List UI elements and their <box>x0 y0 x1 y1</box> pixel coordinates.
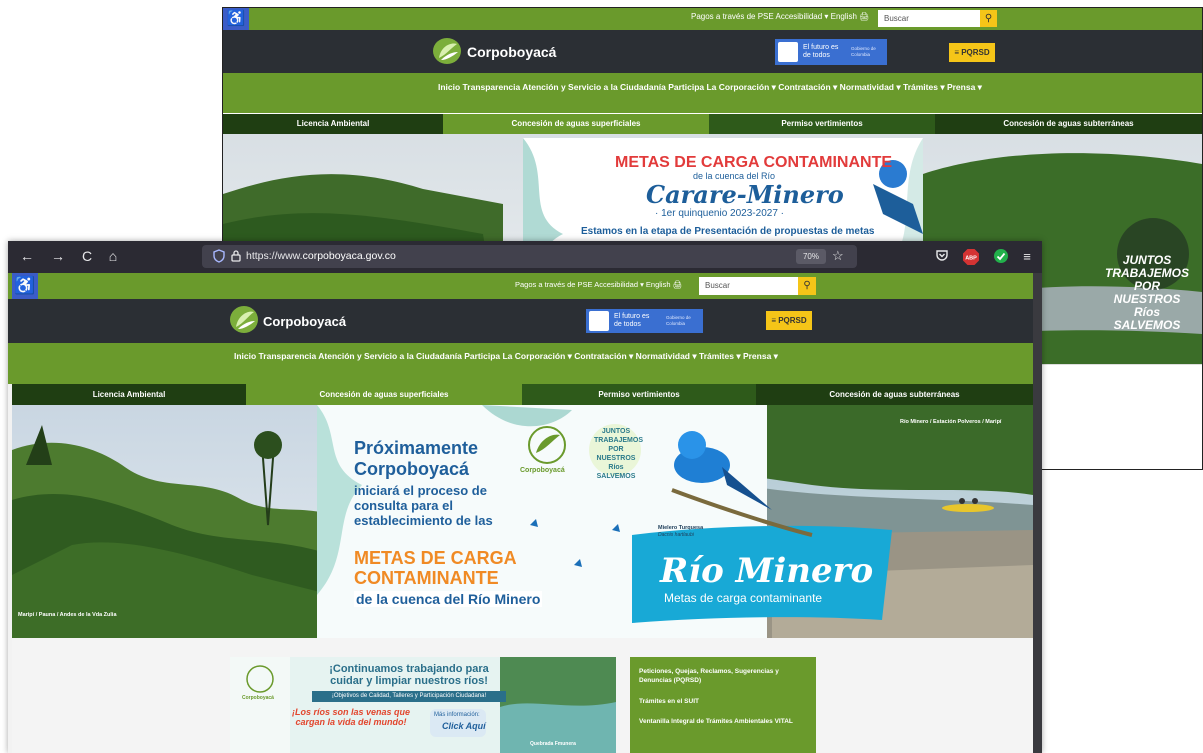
quick-link-suit[interactable]: Trámites en el SUIT <box>639 697 804 706</box>
tab-permiso-vertimientos[interactable]: Permiso vertimientos <box>709 114 935 134</box>
banner-location-left: Maripí / Pauna / Andes de la Vda Zulia <box>18 612 117 618</box>
back-banner-juntos-logo: JUNTOS TRABAJEMOS POR NUESTROS Ríos SALV… <box>1104 253 1189 332</box>
pqrsd-button[interactable]: ≡ PQRSD <box>949 43 995 62</box>
main-nav-items[interactable]: Inicio Transparencia Atención y Servicio… <box>438 82 998 93</box>
banner-body-text: iniciará el proceso de consulta para el … <box>354 483 493 528</box>
banner-metas-line2: CONTAMINANTE <box>354 568 499 588</box>
corpoboyaca-logo-icon[interactable] <box>433 38 461 64</box>
gov-badge-line1: El futuro es de todos <box>614 313 650 328</box>
svg-text:ABP: ABP <box>965 256 977 262</box>
promo-venas: ¡Los ríos son las venas que cargan la vi… <box>291 707 411 727</box>
browser-window: ← → C ⌂ https://www.corpoboyaca.gov.co 7… <box>8 241 1042 753</box>
back-content-area <box>1041 364 1202 469</box>
utility-links[interactable]: Pagos a través de PSE Accesibilidad ▾ En… <box>691 12 869 21</box>
gov-badge-line2: Gobierno de Colombia <box>666 315 691 326</box>
accessibility-icon[interactable]: ♿ <box>223 8 249 30</box>
url-bar[interactable]: https://www.corpoboyaca.gov.co 70% ☆ <box>202 245 857 268</box>
bookmark-star-icon[interactable]: ☆ <box>832 248 844 264</box>
gov-badge[interactable]: El futuro es de todos Gobierno de Colomb… <box>775 39 887 65</box>
adblock-plus-icon[interactable]: ABP <box>962 248 980 266</box>
promo-title: ¡Continuamos trabajando para cuidar y li… <box>329 663 489 687</box>
page-scrollbar[interactable] <box>1033 273 1042 753</box>
forward-arrow-icon[interactable]: → <box>49 247 67 265</box>
banner-location-right: Río Minero / Estación Polveros / Maripí <box>900 419 1002 425</box>
quick-link-vital[interactable]: Ventanilla Integral de Trámites Ambienta… <box>639 717 804 726</box>
service-tabs: Licencia Ambiental Concesión de aguas su… <box>12 384 1042 405</box>
back-banner-river: Carare-Minero <box>646 180 844 209</box>
check-extension-icon[interactable] <box>992 248 1010 266</box>
zoom-level[interactable]: 70% <box>796 249 826 264</box>
bird-scientific-name: Dacnis hartlaubi <box>658 532 694 538</box>
banner-rio-subtitle: Metas de carga contaminante <box>664 591 823 605</box>
promo-mas-info: Más información: <box>434 712 480 718</box>
pqrsd-button[interactable]: ≡ PQRSD <box>766 311 812 330</box>
home-icon[interactable]: ⌂ <box>104 247 122 265</box>
banner-cuenca: de la cuenca del Río Minero <box>354 591 543 607</box>
gov-badge-line2: Gobierno de Colombia <box>851 46 876 57</box>
utility-links[interactable]: Pagos a través de PSE Accesibilidad ▾ En… <box>515 280 682 289</box>
tab-aguas-subterraneas[interactable]: Concesión de aguas subterráneas <box>935 114 1202 134</box>
banner-corpoboyaca-logo: Corpoboyacá <box>520 467 565 474</box>
back-banner-period: · 1er quinquenio 2023-2027 · <box>655 208 784 219</box>
banner-lead-text: Próximamente Corpoboyacá <box>354 438 479 479</box>
banner-metas-line1: METAS DE CARGA <box>354 548 517 568</box>
tab-aguas-superficiales[interactable]: Concesión de aguas superficiales <box>443 114 709 134</box>
promo-objetivos: ¡Objetivos de Calidad, Talleres y Partic… <box>312 691 506 702</box>
promo-logo: Corpoboyacá <box>242 695 274 701</box>
promo-click: Click Aquí <box>442 721 486 731</box>
promo-banner[interactable]: ¡Continuamos trabajando para cuidar y li… <box>230 657 616 753</box>
service-tabs: Licencia Ambiental Concesión de aguas su… <box>223 114 1202 134</box>
main-nav <box>223 73 1202 113</box>
logo-text[interactable]: Corpoboyacá <box>467 44 556 60</box>
menu-icon[interactable]: ≡ <box>1018 248 1036 266</box>
tab-permiso-vertimientos[interactable]: Permiso vertimientos <box>522 384 756 405</box>
url-host: corpoboyaca.gov.co <box>302 250 396 262</box>
colombia-shield-icon <box>778 42 798 62</box>
corpoboyaca-logo-icon[interactable] <box>230 306 258 333</box>
hero-banner[interactable]: Río Minero / Estación Polveros / Maripí … <box>12 405 1033 638</box>
main-nav-items[interactable]: Inicio Transparencia Atención y Servicio… <box>234 351 834 362</box>
promo-quebrada: Quebrada Fmunera <box>530 741 576 747</box>
search-input[interactable]: Buscar <box>699 277 799 295</box>
site-header <box>8 299 1042 343</box>
search-icon[interactable]: ⚲ <box>980 10 997 27</box>
gov-badge-line1: El futuro es de todos <box>803 44 839 59</box>
back-arrow-icon[interactable]: ← <box>18 247 36 265</box>
url-scheme: https://www. <box>246 250 303 262</box>
site-header <box>223 30 1202 73</box>
banner-juntos-logo: JUNTOS TRABAJEMOS POR NUESTROS Ríos SALV… <box>594 428 644 480</box>
tab-aguas-subterraneas[interactable]: Concesión de aguas subterráneas <box>756 384 1033 405</box>
colombia-shield-icon <box>589 311 609 331</box>
tab-aguas-superficiales[interactable]: Concesión de aguas superficiales <box>246 384 522 405</box>
reload-icon[interactable]: C <box>78 247 96 265</box>
search-input[interactable]: Buscar <box>878 10 982 27</box>
tab-licencia-ambiental[interactable]: Licencia Ambiental <box>223 114 443 134</box>
quick-links-panel: Peticiones, Quejas, Reclamos, Sugerencia… <box>630 657 816 753</box>
main-nav <box>8 343 1042 384</box>
accessibility-icon[interactable]: ♿ <box>12 273 38 299</box>
tab-licencia-ambiental[interactable]: Licencia Ambiental <box>12 384 246 405</box>
url-text[interactable]: https://www.corpoboyaca.gov.co <box>246 250 396 262</box>
pocket-icon[interactable] <box>933 248 951 266</box>
lock-icon[interactable] <box>229 249 243 263</box>
back-banner-title: METAS DE CARGA CONTAMINANTE <box>615 154 893 171</box>
tracking-shield-icon[interactable] <box>212 249 226 263</box>
search-icon[interactable]: ⚲ <box>798 277 816 295</box>
quick-link-pqrsd[interactable]: Peticiones, Quejas, Reclamos, Sugerencia… <box>639 667 804 685</box>
bird-common-name: Mielero Turquesa <box>658 525 704 531</box>
back-banner-stage: Estamos en la etapa de Presentación de p… <box>581 226 875 237</box>
gov-badge[interactable]: El futuro es de todos Gobierno de Colomb… <box>586 309 703 333</box>
banner-rio-minero: Río Minero <box>660 551 874 591</box>
logo-text[interactable]: Corpoboyacá <box>263 314 346 329</box>
